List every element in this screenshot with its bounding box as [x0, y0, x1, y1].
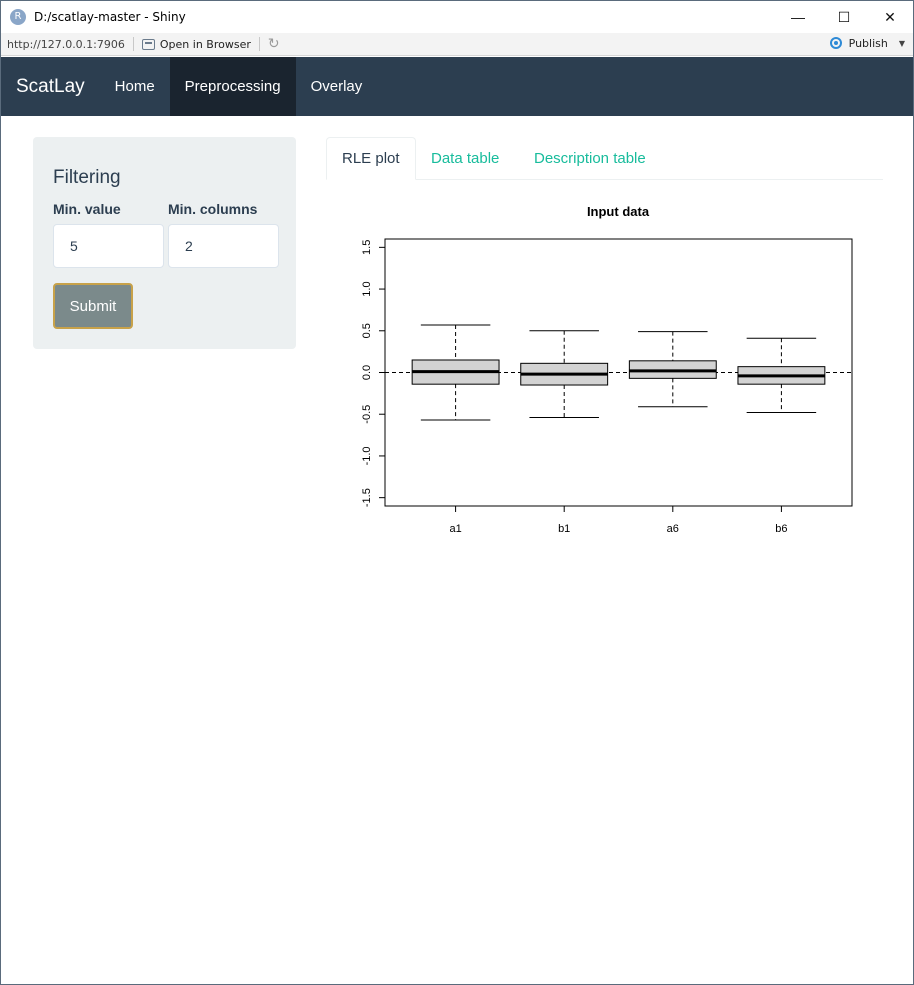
refresh-icon[interactable]: ↻ — [268, 36, 280, 52]
maximize-button[interactable]: ☐ — [821, 1, 867, 33]
minimize-button[interactable]: — — [775, 1, 821, 33]
viewer-toolbar: http://127.0.0.1:7906 Open in Browser ↻ … — [1, 33, 913, 56]
publish-label: Publish — [848, 36, 888, 50]
window-title: D:/scatlay-master - Shiny — [34, 10, 186, 24]
navbar: ScatLay Home Preprocessing Overlay — [1, 57, 913, 116]
publish-button[interactable]: Publish ▼ — [828, 36, 905, 50]
app-window: R D:/scatlay-master - Shiny — ☐ ✕ http:/… — [0, 0, 914, 985]
toolbar-divider — [258, 37, 260, 51]
nav-item-overlay[interactable]: Overlay — [296, 57, 378, 116]
window-controls: — ☐ ✕ — [775, 1, 913, 33]
r-app-icon: R — [10, 9, 26, 25]
chart-title: Input data — [587, 204, 650, 219]
x-tick-label: a1 — [449, 523, 461, 535]
y-tick-label: -1.5 — [361, 488, 373, 507]
x-tick-label: b6 — [775, 523, 787, 535]
y-tick-label: 1.0 — [361, 281, 373, 296]
navbar-brand[interactable]: ScatLay — [1, 57, 100, 116]
submit-button[interactable]: Submit — [53, 283, 133, 329]
min-columns-input[interactable]: 2 — [168, 224, 279, 268]
tab-data-table[interactable]: Data table — [416, 137, 514, 180]
chevron-down-icon: ▼ — [898, 38, 905, 48]
min-value-label: Min. value — [53, 201, 121, 217]
x-tick-label: a6 — [667, 523, 679, 535]
y-tick-label: 0.0 — [361, 365, 373, 380]
nav-item-home[interactable]: Home — [100, 57, 170, 116]
y-tick-label: 1.5 — [361, 240, 373, 255]
open-in-browser-label: Open in Browser — [159, 37, 251, 51]
y-tick-label: -0.5 — [361, 405, 373, 424]
min-value-input[interactable]: 5 — [53, 224, 164, 268]
filtering-title: Filtering — [53, 167, 121, 188]
browser-icon — [141, 38, 155, 50]
url-display: http://127.0.0.1:7906 — [7, 37, 125, 51]
filtering-panel: Filtering Min. value Min. columns 5 2 Su… — [33, 137, 296, 349]
y-tick-label: -1.0 — [361, 446, 373, 465]
x-tick-label: b1 — [558, 523, 570, 535]
nav-item-preprocessing[interactable]: Preprocessing — [169, 57, 296, 116]
min-columns-label: Min. columns — [168, 201, 258, 217]
main-content: Filtering Min. value Min. columns 5 2 Su… — [1, 116, 913, 984]
toolbar-divider — [132, 37, 134, 51]
publish-icon — [828, 36, 844, 50]
y-tick-label: 0.5 — [361, 323, 373, 338]
open-in-browser-button[interactable]: Open in Browser — [141, 37, 251, 51]
close-button[interactable]: ✕ — [867, 1, 913, 33]
tab-description-table[interactable]: Description table — [519, 137, 661, 180]
rle-plot: Input data -1.5 -1.0 -0.5 0.0 0.5 1.0 1.5 a1 b1 a… — [361, 204, 853, 535]
title-bar: R D:/scatlay-master - Shiny — ☐ ✕ — [1, 1, 913, 33]
output-tabs: RLE plot Data table Description table — [326, 137, 883, 180]
tab-rle-plot[interactable]: RLE plot — [326, 137, 416, 180]
